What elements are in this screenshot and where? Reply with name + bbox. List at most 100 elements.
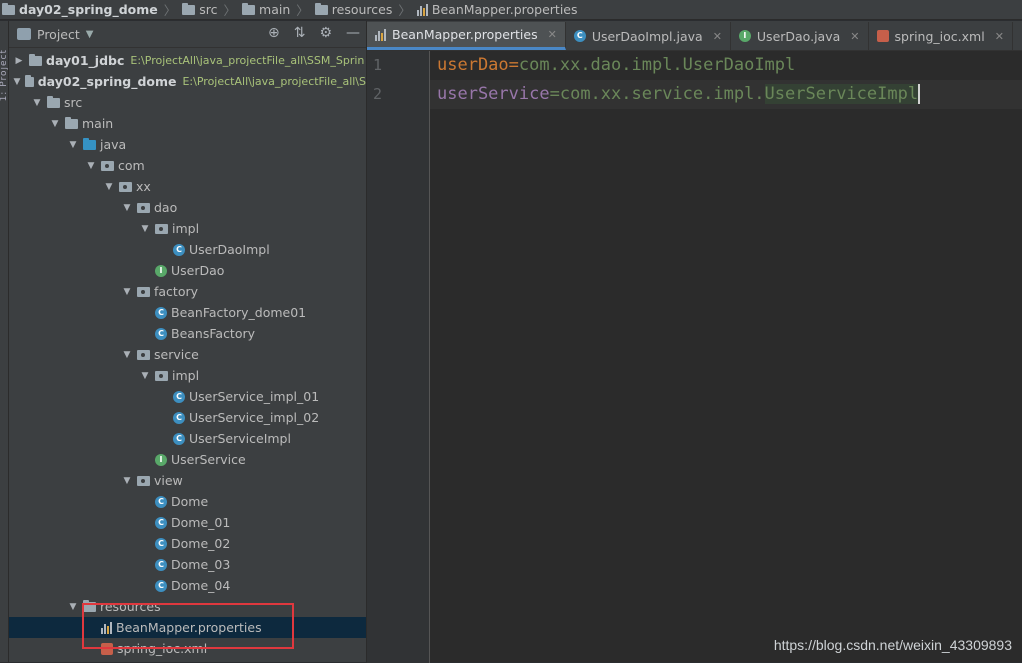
tab-userdaoimpl-java[interactable]: C UserDaoImpl.java ✕	[566, 22, 731, 50]
chevron-down-icon[interactable]: ▼	[121, 203, 133, 213]
tree-row-label: UserService_impl_01	[189, 389, 320, 404]
tree-row[interactable]: ▶CUserServiceImpl	[9, 428, 366, 449]
class-icon: C	[155, 327, 167, 340]
folder-icon	[65, 116, 78, 129]
tree-row[interactable]: ▼ src	[9, 92, 366, 113]
source-folder-icon	[83, 137, 96, 150]
breadcrumb-item-project[interactable]: day02_spring_dome	[2, 2, 158, 17]
tree-row[interactable]: ▼ factory	[9, 281, 366, 302]
chevron-down-icon[interactable]: ▼	[121, 287, 133, 297]
breadcrumb-item-resources[interactable]: resources	[314, 2, 392, 17]
interface-icon: I	[155, 453, 167, 466]
breadcrumb-label: BeanMapper.properties	[431, 2, 578, 17]
code-line-current[interactable]: userService=com.xx.service.impl.UserServ…	[430, 80, 1022, 109]
main-class-icon: C	[155, 579, 167, 592]
interface-icon: I	[738, 30, 751, 42]
main-class-icon: C	[155, 537, 167, 550]
tree-row[interactable]: ▼ service	[9, 344, 366, 365]
tree-row[interactable]: ▶CDome_01	[9, 512, 366, 533]
tree-row-label: main	[82, 116, 114, 131]
close-icon[interactable]: ✕	[850, 30, 859, 43]
annotation-highlight-box	[82, 603, 294, 649]
chevron-down-icon[interactable]: ▼	[139, 371, 151, 381]
tree-row[interactable]: ▼ java	[9, 134, 366, 155]
tree-row[interactable]: ▶CDome_02	[9, 533, 366, 554]
breadcrumb-label: src	[199, 2, 218, 17]
chevron-down-icon[interactable]: ▼	[121, 476, 133, 486]
tree-row[interactable]: ▶CDome	[9, 491, 366, 512]
project-panel-header: Project ▼ ⊕ ⇅ ⚙ —	[9, 21, 366, 48]
tree-row-label: impl	[172, 221, 200, 236]
project-tree: ▶ day01_jdbc E:\ProjectAll\java_projectFil…	[9, 48, 366, 659]
tree-row-label: com	[118, 158, 145, 173]
tree-row[interactable]: ▶CDome_03	[9, 554, 366, 575]
tree-row[interactable]: ▶CDome_04	[9, 575, 366, 596]
chevron-down-icon[interactable]: ▼	[31, 98, 43, 108]
breadcrumb-separator: 〉	[163, 3, 177, 18]
tab-label: UserDao.java	[756, 28, 841, 44]
class-icon: C	[173, 243, 185, 256]
tree-row-label: Dome_01	[171, 515, 231, 530]
chevron-down-icon[interactable]: ▼	[139, 224, 151, 234]
property-value: com.xx.dao.impl.	[518, 55, 683, 75]
tab-spring-ioc-xml[interactable]: spring_ioc.xml ✕	[869, 22, 1013, 50]
project-icon	[17, 28, 31, 40]
chevron-down-icon[interactable]: ▼	[67, 140, 79, 150]
tree-row[interactable]: ▶ day01_jdbc E:\ProjectAll\java_projectFil…	[9, 50, 366, 71]
tree-row-label: Dome_02	[171, 536, 231, 551]
breadcrumb-item-main[interactable]: main	[242, 2, 290, 17]
tree-row-label: java	[100, 137, 127, 152]
tree-row[interactable]: ▶CBeanFactory_dome01	[9, 302, 366, 323]
chevron-down-icon[interactable]: ▼	[67, 602, 79, 612]
code-lines[interactable]: userDao=com.xx.dao.impl.UserDaoImpl user…	[430, 51, 1022, 663]
collapse-all-icon[interactable]: ⇅	[294, 25, 306, 41]
tree-row[interactable]: ▼ dao	[9, 197, 366, 218]
breadcrumb-separator: 〉	[223, 3, 237, 18]
tree-row[interactable]: ▼ view	[9, 470, 366, 491]
tree-row[interactable]: ▶IUserDao	[9, 260, 366, 281]
gear-icon[interactable]: ⚙	[319, 25, 332, 41]
package-icon	[155, 223, 168, 234]
chevron-down-icon[interactable]: ▼	[85, 161, 97, 171]
hide-panel-icon[interactable]: —	[346, 25, 360, 41]
locate-icon[interactable]: ⊕	[268, 25, 280, 41]
chevron-down-icon[interactable]: ▼	[86, 29, 94, 40]
chevron-right-icon[interactable]: ▶	[13, 56, 25, 66]
tree-row[interactable]: ▶CUserDaoImpl	[9, 239, 366, 260]
line-number: 2	[373, 85, 383, 103]
tree-row-label: UserServiceImpl	[189, 431, 291, 446]
chevron-down-icon[interactable]: ▼	[121, 350, 133, 360]
tree-row[interactable]: ▶IUserService	[9, 449, 366, 470]
property-separator: =	[549, 84, 560, 104]
tab-beanmapper-properties[interactable]: BeanMapper.properties ✕	[367, 22, 566, 50]
chevron-down-icon[interactable]: ▼	[13, 77, 21, 87]
property-value: com.xx.service.impl.	[559, 84, 765, 104]
tree-row[interactable]: ▶CBeansFactory	[9, 323, 366, 344]
module-folder-icon	[29, 53, 42, 66]
close-icon[interactable]: ✕	[548, 28, 557, 41]
breadcrumb-item-src[interactable]: src	[182, 2, 218, 17]
code-editor[interactable]: 1 2 userDao=com.xx.dao.impl.UserDaoImpl …	[367, 51, 1022, 663]
code-line[interactable]: userDao=com.xx.dao.impl.UserDaoImpl	[430, 51, 1022, 80]
chevron-down-icon[interactable]: ▼	[103, 182, 115, 192]
project-panel-title[interactable]: Project	[37, 27, 80, 42]
tree-row[interactable]: ▼ main	[9, 113, 366, 134]
chevron-down-icon[interactable]: ▼	[49, 119, 61, 129]
package-icon	[137, 286, 150, 297]
breadcrumb-item-file[interactable]: BeanMapper.properties	[416, 2, 578, 17]
property-key: userService	[437, 84, 550, 104]
tree-row[interactable]: ▶CUserService_impl_01	[9, 386, 366, 407]
tree-row[interactable]: ▼ day02_spring_dome E:\ProjectAll\java_pro…	[9, 71, 366, 92]
tree-row[interactable]: ▼ impl	[9, 365, 366, 386]
properties-file-icon	[375, 28, 386, 41]
close-icon[interactable]: ✕	[995, 30, 1004, 43]
tree-row[interactable]: ▼ xx	[9, 176, 366, 197]
property-value-class: UserDaoImpl	[682, 55, 796, 75]
project-tool-button[interactable]: 1: Project	[0, 49, 9, 101]
tab-userdao-java[interactable]: I UserDao.java ✕	[731, 22, 869, 50]
tree-row-label: UserService_impl_02	[189, 410, 320, 425]
tree-row[interactable]: ▶CUserService_impl_02	[9, 407, 366, 428]
tree-row[interactable]: ▼ impl	[9, 218, 366, 239]
close-icon[interactable]: ✕	[713, 30, 722, 43]
tree-row[interactable]: ▼ com	[9, 155, 366, 176]
